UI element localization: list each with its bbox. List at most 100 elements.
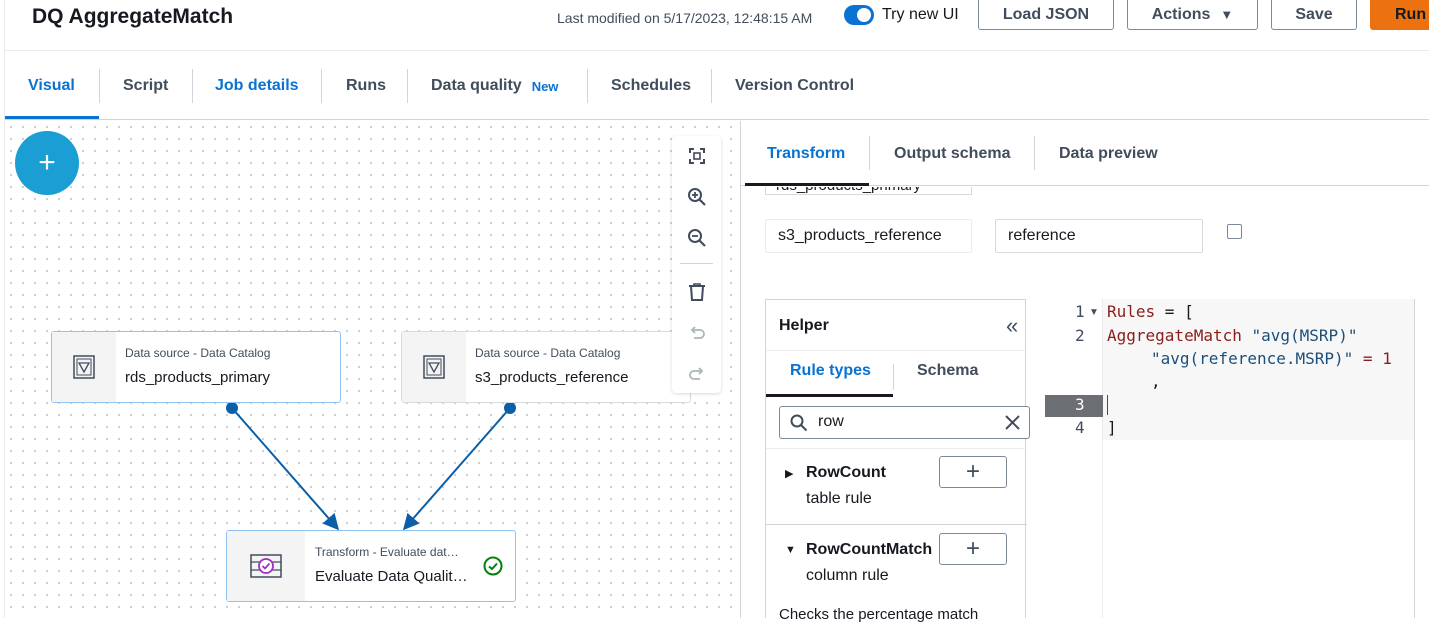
plus-icon: +: [965, 458, 980, 485]
text-cursor: [1107, 395, 1108, 415]
node-properties-panel: rds_products_primary Transform Output sc…: [740, 121, 1429, 623]
fold-icon[interactable]: ▼: [1089, 307, 1099, 318]
tab-output-schema[interactable]: Output schema: [894, 139, 1010, 169]
fit-view-icon[interactable]: [684, 143, 710, 169]
expand-right-icon[interactable]: ▶: [785, 467, 793, 480]
canvas-toolbar: [672, 136, 721, 393]
add-rule-button[interactable]: +: [939, 533, 1007, 565]
source-name-field-partial[interactable]: rds_products_primary: [765, 187, 972, 195]
zoom-in-icon[interactable]: [684, 184, 710, 210]
data-catalog-icon: [402, 332, 466, 402]
line-number-gutter: [1045, 299, 1103, 618]
primary-checkbox[interactable]: [1227, 224, 1242, 239]
tab-rule-types-label: Rule types: [790, 362, 871, 379]
helper-panel: Helper « Rule types Schema row ▶ RowCoun…: [765, 299, 1030, 623]
collapse-icon[interactable]: «: [1006, 313, 1018, 339]
rule-name: RowCount: [806, 464, 886, 481]
clear-icon[interactable]: [1004, 414, 1021, 436]
tab-runs[interactable]: Runs: [346, 68, 386, 104]
run-label: Run: [1395, 5, 1427, 23]
tab-script[interactable]: Script: [123, 68, 168, 104]
source-name-text: s3_products_reference: [778, 227, 942, 244]
tab-schedules[interactable]: Schedules: [611, 68, 691, 104]
tab-output-schema-label: Output schema: [894, 145, 1011, 162]
tab-divider: [869, 136, 870, 170]
caret-down-icon: ▼: [1220, 7, 1234, 22]
tab-version-control-label: Version Control: [735, 77, 855, 94]
tab-data-preview-label: Data preview: [1059, 145, 1158, 162]
job-title: DQ AggregateMatch: [32, 5, 234, 28]
code-keyword: Rules: [1107, 302, 1156, 321]
load-json-button[interactable]: Load JSON: [978, 0, 1114, 30]
tab-script-label: Script: [123, 77, 169, 94]
active-line-marker: [1045, 395, 1103, 417]
run-button[interactable]: Run: [1370, 0, 1429, 30]
helper-tab-indicator: [766, 394, 893, 397]
node-evaluate-data-quality[interactable]: Transform - Evaluate dat… Evaluate Data …: [226, 530, 516, 602]
code-text: = [: [1155, 302, 1194, 321]
node-subtitle: Data source - Data Catalog: [125, 346, 271, 360]
tab-job-details[interactable]: Job details: [215, 68, 299, 104]
tab-divider: [1034, 136, 1035, 170]
rule-name: RowCountMatch: [806, 541, 933, 558]
tab-divider: [321, 69, 322, 103]
tab-divider: [99, 69, 100, 103]
try-new-ui-toggle[interactable]: [844, 5, 874, 25]
tab-data-preview[interactable]: Data preview: [1059, 139, 1158, 169]
rule-type: table rule: [806, 490, 872, 507]
code-text: ,: [1151, 372, 1161, 391]
undo-icon[interactable]: [684, 320, 710, 346]
panel-tabs: Transform Output schema Data preview: [741, 121, 1429, 186]
tab-visual-label: Visual: [28, 77, 75, 94]
tab-divider: [587, 69, 588, 103]
tab-divider: [407, 69, 408, 103]
alias-input[interactable]: reference: [995, 219, 1203, 253]
source-name-partial-text: rds_products_primary: [776, 187, 921, 194]
node-subtitle: Data source - Data Catalog: [475, 346, 621, 360]
tab-transform-label: Transform: [767, 145, 846, 162]
add-node-button[interactable]: +: [15, 131, 79, 195]
redo-icon[interactable]: [684, 361, 710, 387]
node-s3-products-reference[interactable]: Data source - Data Catalog s3_products_r…: [401, 331, 691, 403]
tab-version-control[interactable]: Version Control: [735, 68, 854, 104]
code-line-4: ]: [1107, 418, 1117, 437]
save-button[interactable]: Save: [1271, 0, 1357, 30]
try-new-ui-label: Try new UI: [882, 6, 959, 23]
helper-title: Helper: [779, 317, 829, 334]
data-quality-icon: [227, 531, 305, 601]
code-line-2-wrap: ,: [1151, 372, 1161, 391]
rule-search-input[interactable]: row: [779, 406, 1030, 439]
search-icon: [790, 414, 808, 437]
tab-data-quality-label: Data quality: [431, 77, 522, 94]
editor-scrollbar[interactable]: [1414, 299, 1415, 618]
zoom-out-icon[interactable]: [684, 225, 710, 251]
node-rds-products-primary[interactable]: Data source - Data Catalog rds_products_…: [51, 331, 341, 403]
actions-button[interactable]: Actions ▼: [1127, 0, 1258, 30]
line-number: 3: [1075, 395, 1085, 414]
success-check-icon: [483, 556, 503, 581]
actions-label: Actions: [1151, 5, 1211, 23]
job-header: DQ AggregateMatch Last modified on 5/17/…: [0, 0, 1429, 51]
search-value: row: [818, 413, 844, 430]
node-subtitle: Transform - Evaluate dat…: [315, 545, 459, 559]
add-rule-button[interactable]: +: [939, 456, 1007, 488]
delete-icon[interactable]: [684, 279, 710, 305]
tab-rule-types[interactable]: Rule types: [790, 362, 871, 380]
code-string: "avg(reference.MSRP)": [1151, 349, 1354, 368]
node-name: Evaluate Data Qualit…: [315, 568, 468, 585]
tab-divider: [192, 69, 193, 103]
expand-down-icon[interactable]: ▼: [785, 544, 796, 556]
tab-data-quality[interactable]: Data quality New: [431, 68, 558, 104]
tab-divider: [711, 69, 712, 103]
tab-schema[interactable]: Schema: [917, 362, 978, 380]
ruleset-editor[interactable]: 1 ▼ 2 3 4 Rules = [ AggregateMatch "avg(…: [1045, 299, 1429, 618]
rule-divider: [766, 448, 1027, 449]
tab-transform[interactable]: Transform: [767, 139, 845, 169]
tab-schedules-label: Schedules: [611, 77, 692, 94]
code-line-2-wrap: "avg(reference.MSRP)" = 1: [1151, 349, 1392, 368]
line-number: 4: [1075, 418, 1085, 437]
job-tabs: Visual Script Job details Runs Data qual…: [0, 52, 1429, 120]
source-name-field: s3_products_reference: [765, 219, 972, 253]
helper-tab-divider: [893, 364, 894, 390]
tab-visual[interactable]: Visual: [28, 68, 75, 104]
